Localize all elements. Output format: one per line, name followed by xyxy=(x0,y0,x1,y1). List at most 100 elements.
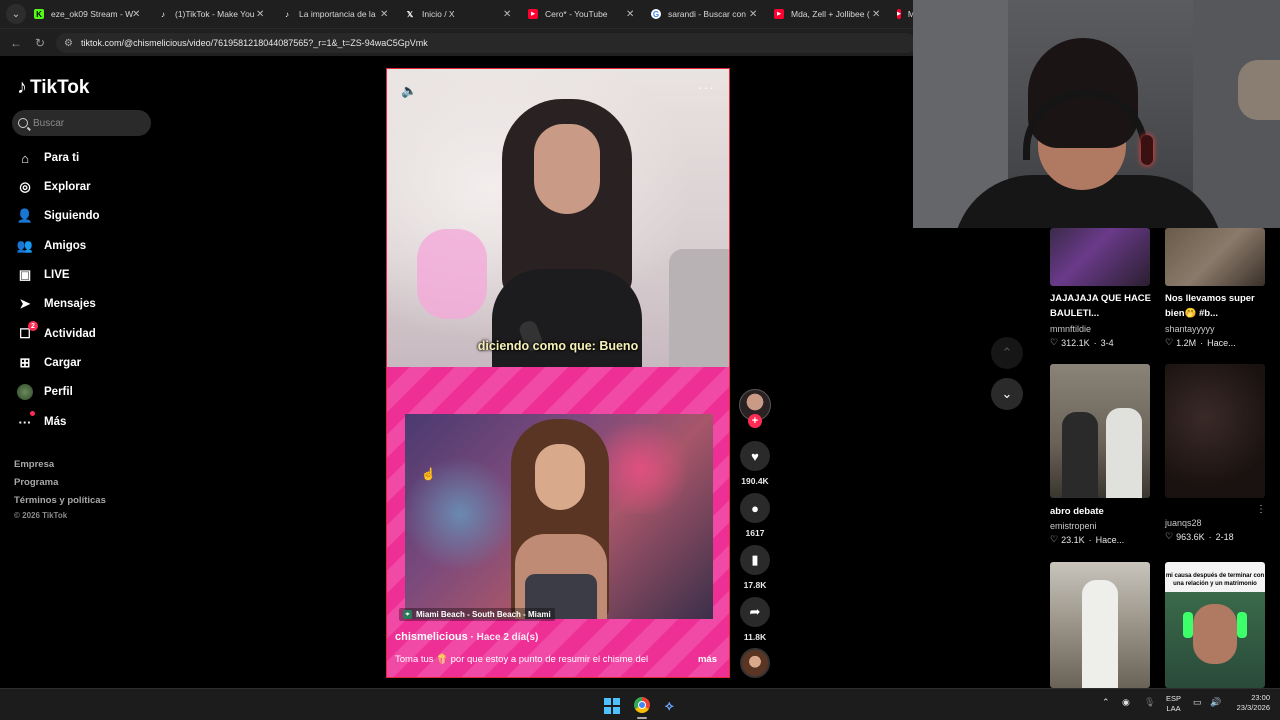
chrome-icon[interactable] xyxy=(634,697,650,713)
site-info-icon[interactable]: ⚙ xyxy=(64,38,73,49)
tab-0[interactable]: K eze_ok09 Stream - W ✕ xyxy=(34,4,144,24)
location-tag[interactable]: ⌖ Miami Beach - South Beach - Miami xyxy=(399,608,555,621)
video-player[interactable]: diciendo como que: Bueno 🔈 ··· ⌖ Miami B… xyxy=(386,68,730,678)
sidebar-item-label: Mensajes xyxy=(44,298,96,310)
video-thumbnail[interactable] xyxy=(1165,364,1265,498)
like-button[interactable]: ♥ xyxy=(740,441,770,471)
back-icon[interactable]: ← xyxy=(8,36,24,50)
volume-icon[interactable]: 🔊 xyxy=(1210,697,1221,708)
video-thumbnail[interactable]: mi causa después de terminar con una rel… xyxy=(1165,562,1265,688)
video-user[interactable]: shantayyyyy xyxy=(1165,324,1215,334)
sidebar-item-amigos[interactable]: 👥 Amigos xyxy=(17,235,86,257)
like-count: 1.2M xyxy=(1176,337,1197,348)
windows-start-icon[interactable] xyxy=(604,698,620,714)
video-thumbnail[interactable] xyxy=(1050,562,1150,688)
video-thumbnail[interactable] xyxy=(1165,228,1265,286)
footer-link-terminos[interactable]: Términos y políticas xyxy=(14,495,106,506)
sidebar-item-mas[interactable]: ··· Más xyxy=(17,411,66,433)
close-icon[interactable]: ✕ xyxy=(503,9,511,20)
sidebar-item-actividad[interactable]: ☐ 2 Actividad xyxy=(17,321,96,345)
video-thumbnail[interactable] xyxy=(1050,228,1150,286)
footer-link-programa[interactable]: Programa xyxy=(14,477,58,488)
video-title[interactable]: Nos llevamos super bien🤭 #b... xyxy=(1165,291,1273,321)
close-icon[interactable]: ✕ xyxy=(626,9,634,20)
more-link[interactable]: más xyxy=(698,654,717,665)
sidebar-item-live[interactable]: ▣ LIVE xyxy=(17,264,70,286)
video-author[interactable]: chismelicious · Hace 2 día(s) xyxy=(395,631,538,643)
chevron-up-icon[interactable]: ⌃ xyxy=(991,337,1023,369)
like-count: 23.1K xyxy=(1061,534,1085,545)
network-icon[interactable]: ▭ xyxy=(1193,697,1202,708)
post-date: Hace... xyxy=(1095,534,1125,545)
video-thumbnail[interactable] xyxy=(1050,364,1150,498)
video-user[interactable]: mmnftildie xyxy=(1050,324,1091,334)
tab-2[interactable]: ♪ La importancia de la ✕ xyxy=(282,4,394,24)
follow-plus-icon[interactable]: + xyxy=(748,414,762,428)
video-title[interactable]: JAJAJAJA QUE HACE BAULETI... xyxy=(1050,291,1158,321)
heart-outline-icon: ♡ xyxy=(1050,534,1059,544)
activity-icon: ☐ 2 xyxy=(17,321,38,342)
tab-1[interactable]: ♪ (1)TikTok - Make You ✕ xyxy=(158,4,270,24)
tab-title: La importancia de la xyxy=(299,9,376,19)
tab-6[interactable]: ▶ Mda, Zell + Jollibee ( ✕ xyxy=(774,4,886,24)
footer-link-empresa[interactable]: Empresa xyxy=(14,459,54,470)
music-disc-icon[interactable] xyxy=(740,648,770,678)
sidebar-item-label: Más xyxy=(44,416,67,428)
microphone-icon[interactable]: 🎙 xyxy=(1144,697,1155,708)
more-options-icon[interactable]: ⋮ xyxy=(1256,504,1266,515)
share-button[interactable]: ➦ xyxy=(740,597,770,627)
language-code: ESP xyxy=(1166,694,1182,703)
mouse-cursor-icon: ☝ xyxy=(421,467,436,481)
video-title[interactable]: abro debate xyxy=(1050,504,1158,519)
url-field[interactable]: ⚙ tiktok.com/@chismelicious/video/761958… xyxy=(56,33,916,53)
app-icon[interactable]: ⟡ xyxy=(665,698,677,713)
close-icon[interactable]: ✕ xyxy=(380,9,388,20)
notification-dot xyxy=(30,411,35,416)
more-options-icon[interactable]: ··· xyxy=(698,79,715,95)
tab-7[interactable]: ▶ M xyxy=(897,4,913,24)
close-icon[interactable]: ✕ xyxy=(132,9,140,20)
upload-icon: ⊞ xyxy=(19,355,31,370)
video-top-frame: diciendo como que: Bueno 🔈 ··· xyxy=(387,69,729,369)
close-icon[interactable]: ✕ xyxy=(872,9,880,20)
close-icon[interactable]: ✕ xyxy=(749,9,757,20)
following-icon: 👤 xyxy=(16,208,34,223)
sidebar-item-perfil[interactable]: Perfil xyxy=(17,381,73,403)
tiktok-logo[interactable]: ♪ TikTok xyxy=(17,76,89,99)
video-user[interactable]: juanqs28 xyxy=(1165,518,1202,528)
like-count: 190.4K xyxy=(741,476,769,486)
sidebar-item-para-ti[interactable]: ⌂ Para ti xyxy=(17,147,79,169)
language-indicator[interactable]: ESP LAA xyxy=(1166,694,1181,714)
chevron-down-icon[interactable]: ⌄ xyxy=(991,378,1023,410)
video-user[interactable]: emistropeni xyxy=(1050,521,1097,531)
like-count: 963.6K xyxy=(1176,531,1205,542)
save-button[interactable]: ▮ xyxy=(740,545,770,575)
chevron-up-icon[interactable]: ⌃ xyxy=(1102,697,1110,708)
sidebar-item-siguiendo[interactable]: 👤 Siguiendo xyxy=(17,205,100,227)
like-count: 312.1K xyxy=(1061,337,1090,348)
home-icon: ⌂ xyxy=(21,150,29,166)
reload-icon[interactable]: ↻ xyxy=(32,36,48,50)
sidebar-item-label: LIVE xyxy=(44,269,70,281)
tab-3[interactable]: 𝕏 Inicio / X ✕ xyxy=(405,4,517,24)
sidebar-item-cargar[interactable]: ⊞ Cargar xyxy=(17,352,82,374)
sidebar-item-label: Amigos xyxy=(44,240,87,252)
tab-4[interactable]: ▶ Cero* - YouTube ✕ xyxy=(528,4,640,24)
sidebar-item-label: Actividad xyxy=(44,328,96,340)
video-meta: ♡ 23.1K · Hace... xyxy=(1050,534,1125,545)
sidebar-item-label: Perfil xyxy=(44,386,73,398)
tab-5[interactable]: G sarandi - Buscar con ✕ xyxy=(651,4,763,24)
post-date: · Hace 2 día(s) xyxy=(467,632,539,643)
close-icon[interactable]: ✕ xyxy=(256,9,264,20)
system-clock[interactable]: 23:00 23/3/2026 xyxy=(1228,693,1270,713)
volume-icon[interactable]: 🔈 xyxy=(401,83,417,99)
sidebar-item-explorar[interactable]: ◎ Explorar xyxy=(17,176,90,198)
share-count: 11.8K xyxy=(743,632,767,642)
post-date: 2-18 xyxy=(1215,531,1234,542)
comment-button[interactable]: ● xyxy=(740,493,770,523)
search-input[interactable]: Buscar xyxy=(12,110,151,136)
video-caption: diciendo como que: Bueno xyxy=(477,339,639,353)
tab-search-button[interactable]: ⌄ xyxy=(6,4,26,24)
sidebar-item-mensajes[interactable]: ➤ Mensajes xyxy=(17,293,96,315)
discord-icon[interactable]: ◉ xyxy=(1122,697,1130,708)
